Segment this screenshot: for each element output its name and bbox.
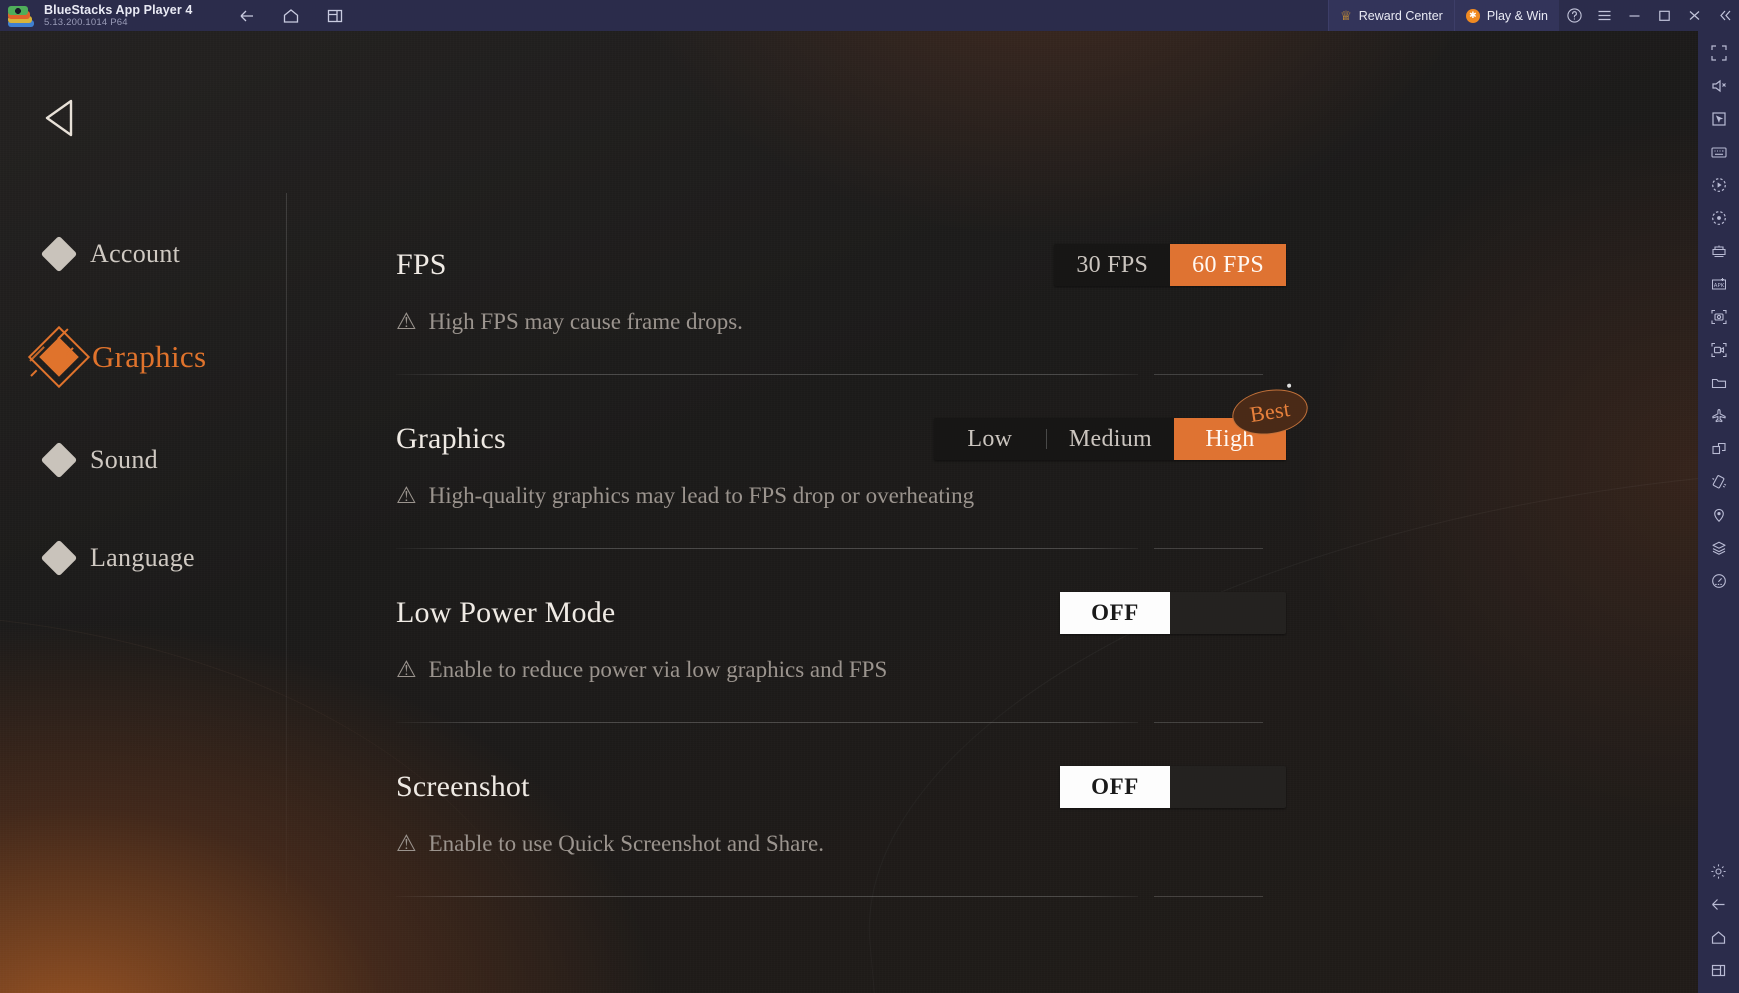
home-icon[interactable]: [1706, 924, 1732, 950]
play-and-win-label: Play & Win: [1486, 8, 1548, 23]
row-title: Graphics: [396, 422, 506, 455]
home-icon[interactable]: [280, 5, 302, 27]
row-title: Low Power Mode: [396, 596, 616, 629]
graphics-option-low[interactable]: Low: [934, 418, 1046, 460]
settings-nav: Account Graphics Sound Language: [27, 217, 276, 619]
location-icon[interactable]: [1706, 502, 1732, 528]
setting-row-fps: FPS 30 FPS 60 FPS ⚠ High FPS may cause f…: [396, 227, 1286, 401]
row-note-text: Enable to use Quick Screenshot and Share…: [428, 831, 824, 856]
window-controls: [1559, 0, 1739, 31]
reward-center-button[interactable]: ♕ Reward Center: [1328, 0, 1454, 31]
layers-icon[interactable]: [1706, 535, 1732, 561]
row-divider: [396, 715, 1263, 731]
shake-icon[interactable]: [1706, 469, 1732, 495]
fps-segmented-control: 30 FPS 60 FPS: [1054, 244, 1286, 286]
row-note: ⚠ Enable to use Quick Screenshot and Sha…: [396, 831, 1286, 857]
performance-meter-icon[interactable]: [1706, 568, 1732, 594]
row-note: ⚠ High FPS may cause frame drops.: [396, 309, 1286, 335]
keyboard-icon[interactable]: [1706, 139, 1732, 165]
diamond-active-icon: [27, 325, 91, 389]
row-note-text: High-quality graphics may lead to FPS dr…: [428, 483, 975, 508]
play-and-win-button[interactable]: ✱ Play & Win: [1453, 0, 1559, 31]
rotate-icon[interactable]: [1706, 436, 1732, 462]
row-note: ⚠ High-quality graphics may lead to FPS …: [396, 483, 1286, 509]
macro-play-icon[interactable]: [1706, 172, 1732, 198]
setting-row-screenshot: Screenshot OFF ⚠ Enable to use Quick Scr…: [396, 749, 1286, 923]
airplane-icon[interactable]: [1706, 403, 1732, 429]
diamond-icon: [40, 235, 78, 273]
title-text-group: BlueStacks App Player 4 5.13.200.1014 P6…: [44, 3, 192, 29]
row-divider: [396, 541, 1263, 557]
sidebar-item-label: Sound: [90, 445, 158, 474]
warning-icon: ⚠: [396, 309, 417, 334]
collapse-rail-icon[interactable]: [1709, 0, 1739, 31]
maximize-icon[interactable]: [1649, 0, 1679, 31]
recents-icon[interactable]: [1706, 957, 1732, 983]
diamond-icon: [40, 539, 78, 577]
bluestacks-logo-icon: [8, 5, 34, 27]
sidebar-item-account[interactable]: Account: [40, 217, 276, 291]
multi-instance-icon[interactable]: [1706, 238, 1732, 264]
tool-rail: APK: [1698, 31, 1739, 993]
warning-icon: ⚠: [396, 483, 417, 508]
reward-center-label: Reward Center: [1358, 8, 1443, 23]
sidebar-item-label: Graphics: [92, 339, 207, 374]
settings-rows: FPS 30 FPS 60 FPS ⚠ High FPS may cause f…: [396, 227, 1311, 923]
fps-option-60[interactable]: 60 FPS: [1170, 244, 1286, 286]
fps-option-30[interactable]: 30 FPS: [1054, 244, 1170, 286]
title-bar: BlueStacks App Player 4 5.13.200.1014 P6…: [0, 0, 1739, 31]
sidebar-item-language[interactable]: Language: [40, 521, 276, 595]
graphics-segmented-control: Low Medium High Best: [933, 383, 1311, 460]
mute-icon[interactable]: [1706, 73, 1732, 99]
row-note-text: High FPS may cause frame drops.: [428, 309, 743, 334]
crown-icon: ♕: [1340, 8, 1352, 23]
screenshot-icon[interactable]: [1706, 304, 1732, 330]
svg-text:APK: APK: [1713, 283, 1724, 289]
bluestacks-window: BlueStacks App Player 4 5.13.200.1014 P6…: [0, 0, 1739, 993]
hamburger-menu-icon[interactable]: [1589, 0, 1619, 31]
setting-row-graphics: Graphics Low Medium High Best ⚠ High-qua…: [396, 383, 1311, 575]
row-divider: [396, 889, 1263, 905]
media-folder-icon[interactable]: [1706, 370, 1732, 396]
app-version: 5.13.200.1014 P64: [44, 16, 128, 28]
record-macro-icon[interactable]: [1706, 205, 1732, 231]
app-title: BlueStacks App Player 4: [44, 2, 193, 17]
setting-row-low-power-mode: Low Power Mode OFF ⚠ Enable to reduce po…: [396, 575, 1286, 749]
coin-icon: ✱: [1465, 8, 1480, 23]
fullscreen-icon[interactable]: [1706, 40, 1732, 66]
android-screen: Account Graphics Sound Language FPS 30 F…: [0, 31, 1698, 993]
sidebar-item-graphics[interactable]: Graphics: [27, 315, 276, 399]
record-video-icon[interactable]: [1706, 337, 1732, 363]
warning-icon: ⚠: [396, 831, 417, 856]
screenshot-toggle[interactable]: OFF: [1060, 766, 1286, 808]
toggle-state-label: OFF: [1060, 766, 1170, 808]
row-title: FPS: [396, 248, 447, 281]
settings-gear-icon[interactable]: [1706, 858, 1732, 884]
close-icon[interactable]: [1679, 0, 1709, 31]
install-apk-icon[interactable]: APK: [1706, 271, 1732, 297]
minimize-icon[interactable]: [1619, 0, 1649, 31]
row-note: ⚠ Enable to reduce power via low graphic…: [396, 657, 1286, 683]
sidebar-item-label: Account: [90, 239, 181, 268]
back-arrow-icon[interactable]: [1706, 891, 1732, 917]
settings-back-button[interactable]: [36, 93, 82, 143]
diamond-icon: [40, 441, 78, 479]
title-bar-nav: [236, 5, 346, 27]
low-power-mode-toggle[interactable]: OFF: [1060, 592, 1286, 634]
pointer-icon[interactable]: [1706, 106, 1732, 132]
graphics-option-medium[interactable]: Medium: [1047, 418, 1174, 460]
row-title: Screenshot: [396, 770, 530, 803]
recents-icon[interactable]: [324, 5, 346, 27]
help-icon[interactable]: [1559, 0, 1589, 31]
vertical-divider: [286, 193, 287, 893]
row-note-text: Enable to reduce power via low graphics …: [428, 657, 888, 682]
row-divider: [396, 367, 1263, 383]
sidebar-item-label: Language: [90, 543, 195, 572]
sidebar-item-sound[interactable]: Sound: [40, 423, 276, 497]
toggle-state-label: OFF: [1060, 592, 1170, 634]
warning-icon: ⚠: [396, 657, 417, 682]
back-icon[interactable]: [236, 5, 258, 27]
